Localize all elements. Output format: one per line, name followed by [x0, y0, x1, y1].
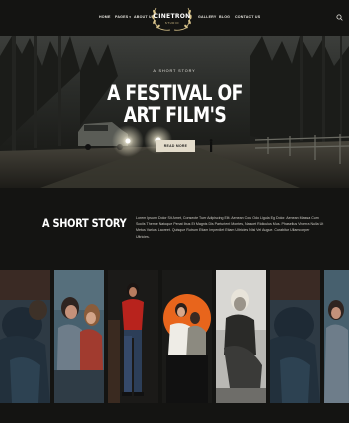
hero-title: A FESTIVAL OF ART FILM'S	[105, 82, 244, 126]
nav-blog[interactable]: BLOG	[219, 15, 230, 19]
short-story-section: A SHORT STORY Lorem Ipsum Dolor Sit Amet…	[0, 188, 349, 270]
gallery-image	[54, 270, 104, 403]
gallery-photo-6[interactable]	[270, 270, 320, 403]
nav-gallery[interactable]: GALLERY	[198, 15, 216, 19]
search-icon[interactable]	[336, 14, 343, 21]
story-text: Lorem Ipsum Dolor Sit Amet, Consecte Tue…	[136, 216, 324, 239]
gallery-image	[324, 270, 349, 403]
gallery-photo-2[interactable]	[54, 270, 104, 403]
logo-tagline: STUDIO	[164, 21, 180, 25]
gallery-photo-3[interactable]	[108, 270, 158, 403]
hero-banner: A SHORT STORY A FESTIVAL OF ART FILM'S R…	[0, 36, 349, 188]
gallery-image	[270, 270, 320, 403]
hero-eyebrow: A SHORT STORY	[153, 69, 196, 73]
gallery-photo-7[interactable]	[324, 270, 349, 403]
gallery-photo-5[interactable]	[216, 270, 266, 403]
gallery-image	[162, 270, 212, 403]
hero-title-line-2: ART FILM'S	[123, 103, 227, 127]
story-heading: A SHORT STORY	[42, 216, 127, 230]
nav-pages-label: PAGES	[115, 15, 129, 19]
nav-contact-us[interactable]: CONTACT US	[235, 15, 260, 19]
read-more-button[interactable]: READ MORE	[156, 140, 195, 152]
gallery-image	[216, 270, 266, 403]
page-bottom	[0, 403, 349, 423]
photo-gallery	[0, 270, 349, 403]
gallery-image	[108, 270, 158, 403]
logo-name: CINETRON	[153, 13, 191, 20]
chevron-down-icon: ▾	[129, 15, 132, 19]
nav-pages[interactable]: PAGES▾	[115, 15, 131, 19]
nav-home[interactable]: HOME	[99, 15, 111, 19]
gallery-photo-1[interactable]	[0, 270, 50, 403]
site-header: HOME PAGES▾ ABOUT US CINETRON STUDIO GAL…	[0, 0, 349, 36]
gallery-image	[0, 270, 50, 403]
hero-title-line-1: A FESTIVAL OF	[107, 81, 243, 105]
gallery-photo-4[interactable]	[162, 270, 212, 403]
site-logo[interactable]: CINETRON STUDIO	[150, 5, 194, 32]
